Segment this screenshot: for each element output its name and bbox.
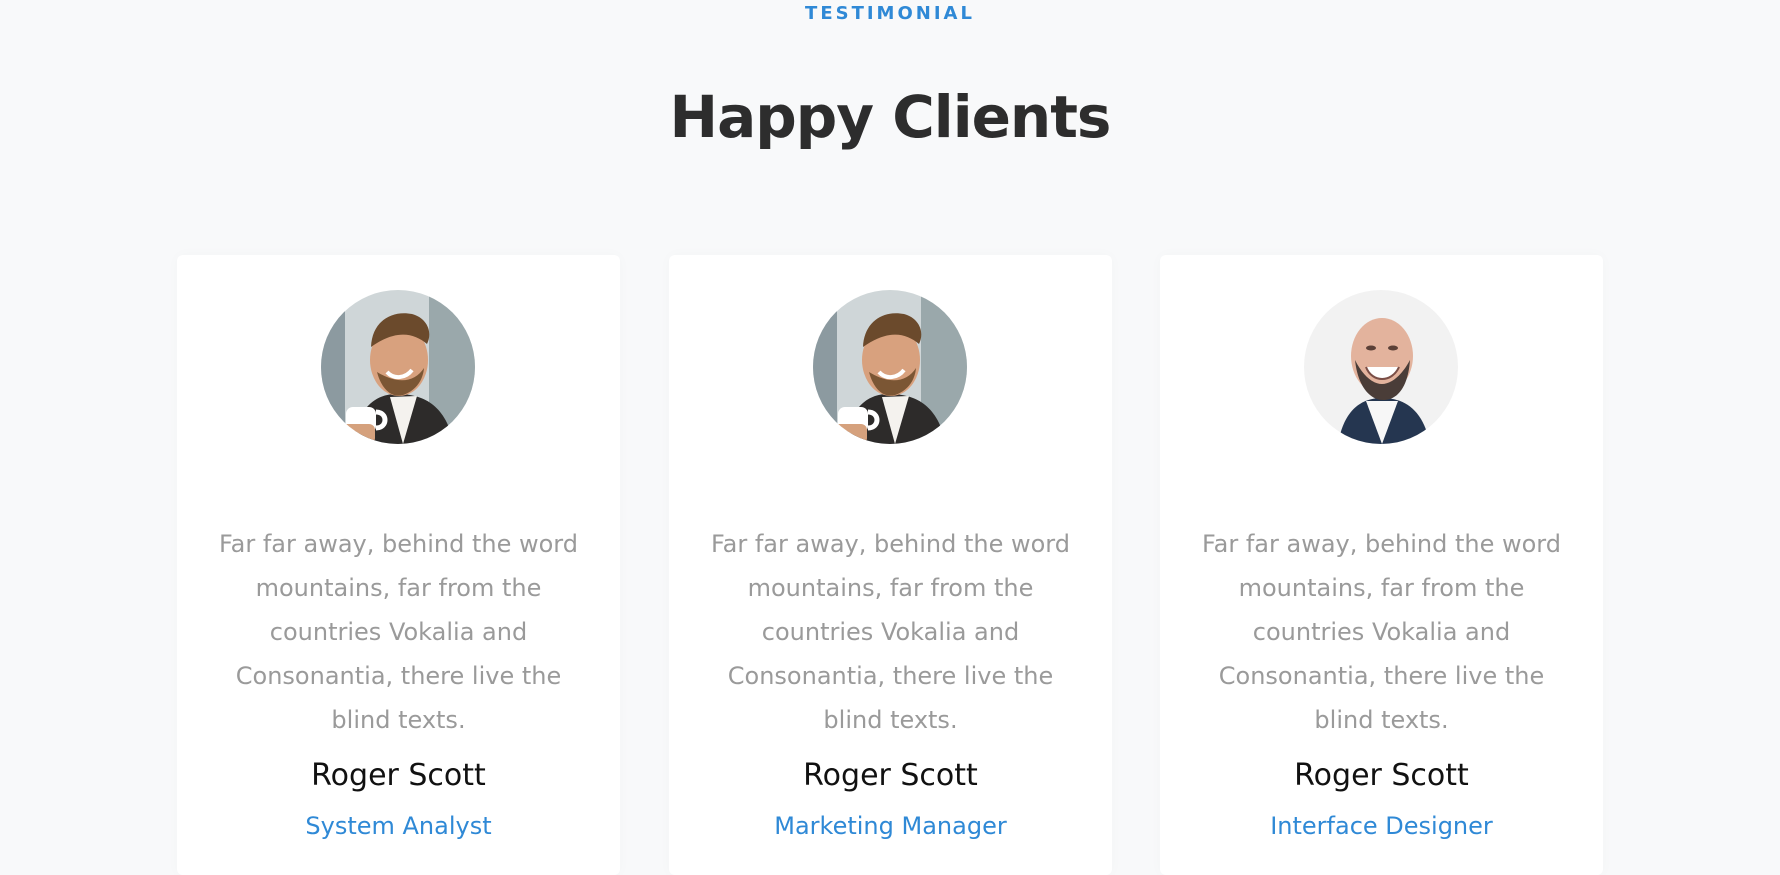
testimonial-card: Far far away, behind the word mountains,… [1160,255,1603,875]
testimonial-card: Far far away, behind the word mountains,… [669,255,1112,875]
bald-man-avatar-icon [1304,290,1458,444]
avatar [321,290,475,444]
testimonial-quote: Far far away, behind the word mountains,… [1202,530,1561,734]
client-role: System Analyst [305,812,492,840]
avatar [813,290,967,444]
client-name: Roger Scott [311,758,486,793]
testimonial-section: TESTIMONIAL Happy Clients Far far away, … [0,0,1780,875]
client-role: Interface Designer [1270,812,1493,840]
coffee-man-avatar-icon [813,290,967,444]
section-title: Happy Clients [669,82,1112,151]
client-name: Roger Scott [1294,758,1469,793]
testimonial-quote: Far far away, behind the word mountains,… [219,530,578,734]
client-role: Marketing Manager [774,812,1007,840]
section-eyebrow: TESTIMONIAL [805,3,975,24]
avatar [1304,290,1458,444]
testimonial-quote: Far far away, behind the word mountains,… [711,530,1070,734]
testimonial-card: Far far away, behind the word mountains,… [177,255,620,875]
testimonial-cards: Far far away, behind the word mountains,… [177,255,1607,875]
coffee-man-avatar-icon [321,290,475,444]
client-name: Roger Scott [803,758,978,793]
